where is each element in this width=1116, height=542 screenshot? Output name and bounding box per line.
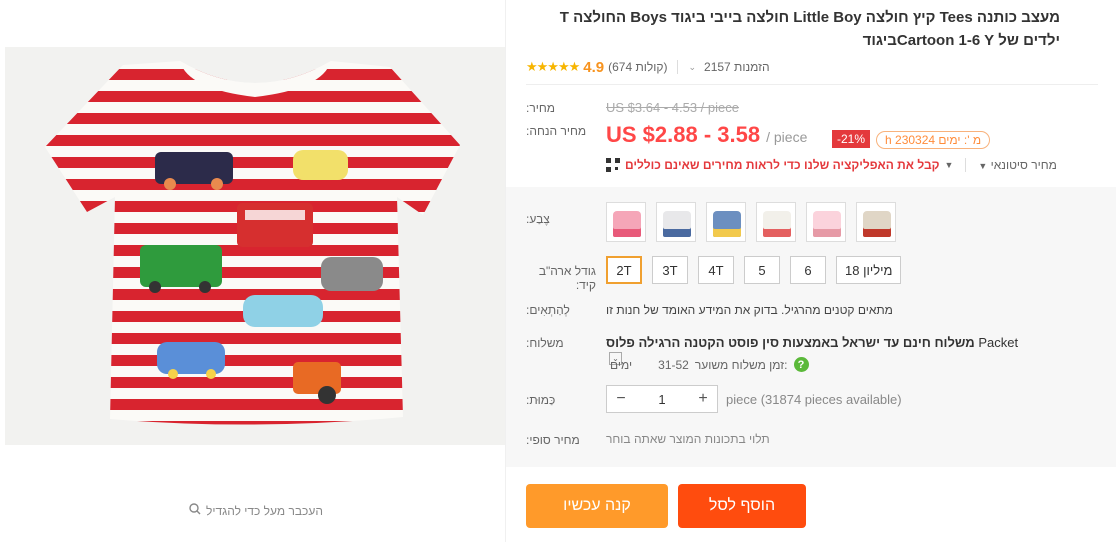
swatch-thumbnail: [863, 211, 891, 237]
size-option[interactable]: 5: [744, 256, 780, 284]
shipping-carrier: Packet: [978, 335, 1019, 350]
discount-price-label: מחיר הנחה:: [526, 124, 587, 138]
star-rating-icon: ★★★★★: [526, 59, 580, 74]
help-icon[interactable]: ?: [793, 357, 809, 372]
size-option[interactable]: 18 מיליון: [836, 256, 902, 284]
color-swatch-blue-cars[interactable]: [706, 202, 746, 242]
swatch-thumbnail: [763, 211, 791, 237]
wholesale-price-link[interactable]: מחיר סיטונאי ▼: [965, 158, 1057, 172]
product-page: העכבר מעל כדי להגדיל מעצב כותנה Tees קיץ…: [0, 0, 1116, 542]
original-price: US $3.64 - 4.53 / piece: [606, 100, 739, 115]
price-label: מחיר:: [526, 101, 556, 115]
final-price-note: תלוי בתכונות המוצר שאתה בוחר: [606, 432, 770, 446]
price-unit: / piece: [766, 129, 808, 145]
eta-value: 31-52: [658, 357, 689, 372]
swatch-thumbnail: [613, 211, 641, 237]
shipping-eta: ימים 31-52 זמן משלוח משוער: ?: [610, 357, 809, 372]
buy-now-button[interactable]: קנה עכשיו: [526, 484, 668, 528]
plus-button[interactable]: +: [689, 390, 717, 408]
add-to-cart-button[interactable]: הוסף לסל: [678, 484, 806, 528]
price-value: US $2.88 - 3.58: [606, 122, 761, 147]
wholesale-label: מחיר סיטונאי: [990, 158, 1057, 172]
shipping-label: משלוח:: [526, 336, 564, 350]
color-swatches: [606, 202, 896, 242]
fit-note: מתאים קטנים מהרגיל. בדוק את המידע האומד …: [606, 303, 893, 317]
discount-badge: -21%: [832, 130, 871, 148]
image-column: העכבר מעל כדי להגדיל: [0, 0, 506, 542]
review-count[interactable]: (674 קולות): [608, 60, 667, 74]
color-swatch-pink-cars[interactable]: [606, 202, 646, 242]
zoom-hint-text: העכבר מעל כדי להגדיל: [206, 503, 323, 518]
size-option[interactable]: 3T: [652, 256, 688, 284]
chevron-down-icon[interactable]: ⌄: [688, 62, 696, 73]
swatch-thumbnail: [713, 211, 741, 237]
caret-down-icon[interactable]: ▼: [944, 160, 953, 170]
color-label: צֶבַע:: [526, 212, 550, 226]
countdown-timer: מ ': ימים 230324 h: [876, 131, 991, 149]
main-product-image[interactable]: [5, 47, 505, 445]
eta-label: זמן משלוח משוער:: [694, 357, 788, 372]
eta-unit: ימים: [610, 357, 633, 372]
color-swatch-striped-cars[interactable]: [856, 202, 896, 242]
color-swatch-balloon[interactable]: [756, 202, 796, 242]
rating-score: 4.9: [583, 58, 605, 76]
zoom-hint: העכבר מעל כדי להגדיל: [189, 503, 323, 518]
size-label: גודל ארה"ב קיד:: [538, 264, 596, 292]
size-option[interactable]: 4T: [698, 256, 734, 284]
rating-row: ★★★★★ 4.9 (674 קולות) ⌄ 2157 הזמנות: [526, 57, 1098, 77]
divider: [526, 84, 1098, 85]
swatch-thumbnail: [813, 211, 841, 237]
availability-text: piece (31874 pieces available): [726, 392, 902, 407]
tshirt-illustration: [5, 47, 505, 445]
order-count: 2157 הזמנות: [704, 60, 770, 74]
caret-down-icon: ▼: [978, 161, 988, 171]
swatch-thumbnail: [663, 211, 691, 237]
size-options: 2T 3T 4T 5 6 18 מיליון: [606, 256, 902, 284]
qr-code-icon[interactable]: [606, 158, 620, 172]
shipping-method-text: משלוח חינם עד ישראל באמצעות סין פוסט הקט…: [606, 335, 975, 350]
app-offer-link[interactable]: קבל את האפליקציה שלנו כדי לראות מחירים ש…: [625, 158, 939, 172]
color-swatch-white-bus[interactable]: [656, 202, 696, 242]
color-swatch-unicorn[interactable]: [806, 202, 846, 242]
size-option[interactable]: 2T: [606, 256, 642, 284]
minus-button[interactable]: −: [607, 390, 635, 408]
product-info: מעצב כותנה Tees קיץ חולצה Little Boy חול…: [506, 0, 1116, 542]
app-offer-row: קבל את האפליקציה שלנו כדי לראות מחירים ש…: [606, 155, 1098, 175]
quantity-stepper: − 1 +: [606, 385, 718, 413]
quantity-input[interactable]: 1: [635, 392, 689, 407]
search-icon: [189, 503, 201, 518]
product-title: מעצב כותנה Tees קיץ חולצה Little Boy חול…: [559, 9, 1060, 49]
size-option[interactable]: 6: [790, 256, 826, 284]
current-price: US $2.88 - 3.58 / piece: [606, 122, 807, 148]
fit-label: לְהַתְאִים:: [526, 303, 570, 317]
final-price-label: מחיר סופי:: [526, 433, 580, 447]
divider: [677, 60, 679, 74]
quantity-label: כַּמוּת:: [526, 393, 556, 407]
